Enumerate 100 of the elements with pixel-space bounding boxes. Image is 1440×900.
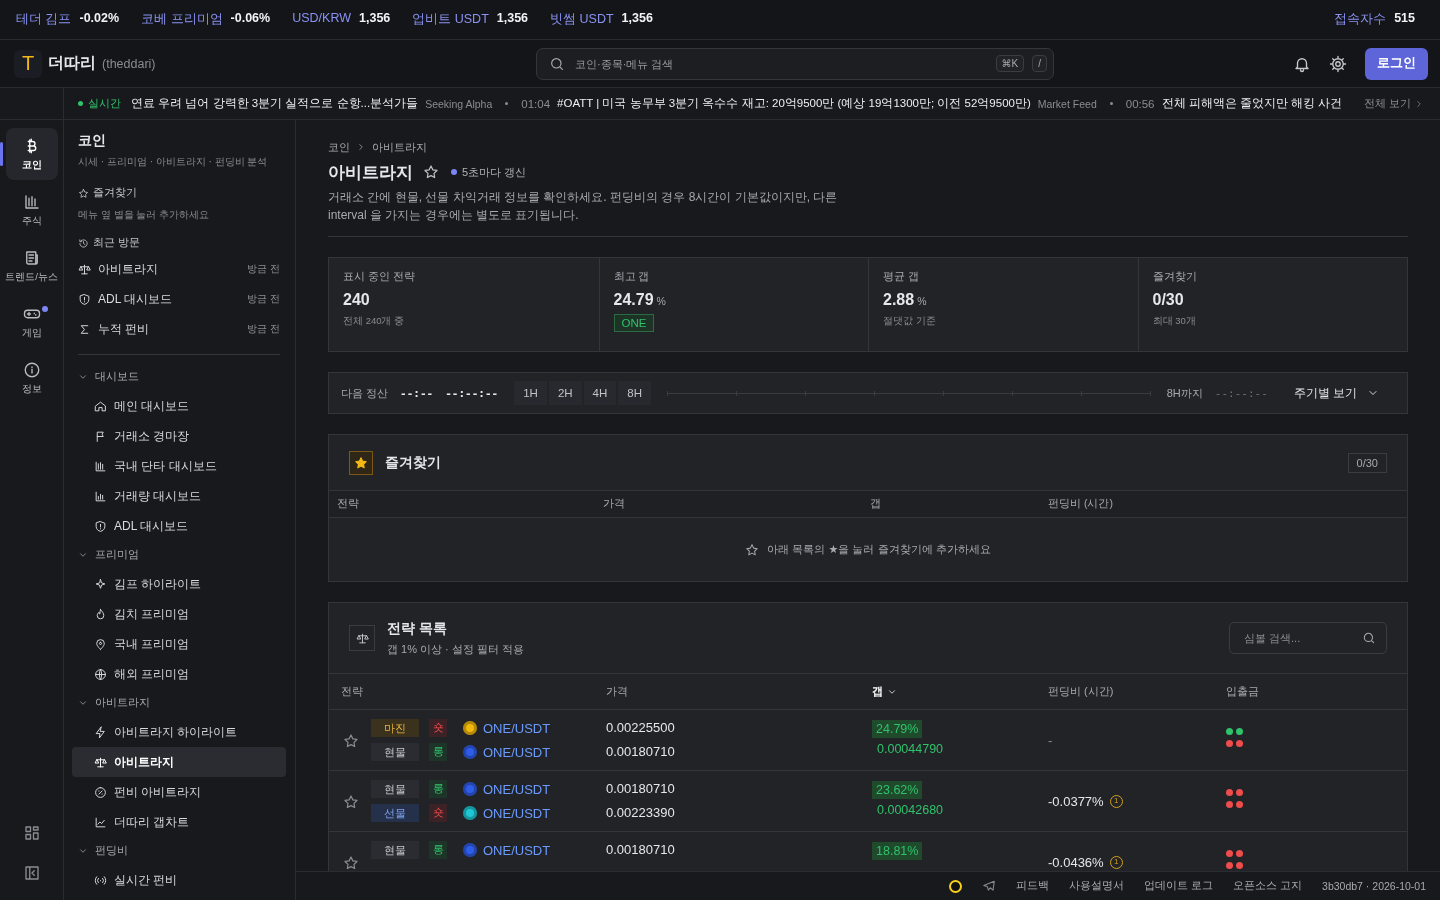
nav-item[interactable]: 해외 프리미엄 — [72, 659, 286, 689]
page-description: 거래소 간에 현물, 선물 차익거래 정보를 확인하세요. 펀딩비의 경우 8시간이 기본값이지만, 다른 interval 을 가지는 경우에는 별도로 표기됩니다. — [328, 189, 839, 224]
bolt-icon — [94, 725, 107, 739]
group-toggle[interactable]: 프리미엄 — [72, 541, 286, 569]
search-input[interactable]: 코인·종목·메뉴 검색 — [573, 56, 988, 71]
funding-rate: -0.0436% — [1048, 854, 1104, 870]
star-icon[interactable] — [343, 733, 359, 749]
pair-link[interactable]: ONE/USDT — [483, 720, 551, 736]
grid-icon[interactable] — [22, 824, 41, 842]
star-icon[interactable] — [423, 164, 439, 180]
nav-item[interactable]: 김프 하이라이트 — [72, 569, 286, 599]
rail-tab[interactable]: 트렌드/뉴스 — [5, 240, 58, 292]
visit-time: 방금 전 — [247, 262, 280, 276]
group-toggle[interactable]: 아비트라지 — [72, 689, 286, 717]
nav-item[interactable]: 더따리 갭차트 — [72, 807, 286, 837]
star-icon[interactable] — [343, 855, 359, 871]
interval-button[interactable]: 2H — [548, 381, 582, 405]
stat-caption: 절댓값 기준 — [883, 315, 937, 328]
nav-item[interactable]: 거래소 경마장 — [72, 421, 286, 451]
column-header: 가격 — [603, 497, 626, 511]
interval-button[interactable]: 1H — [514, 381, 547, 405]
nav-item[interactable]: 실시간 펀비 — [72, 865, 286, 895]
paper-plane-icon[interactable] — [982, 879, 997, 893]
funding-rate: - — [1048, 732, 1053, 748]
percent-icon — [94, 785, 107, 799]
status-dot — [451, 169, 457, 175]
rate-label: USD/KRW — [292, 11, 351, 27]
stat-value: 24.79 — [613, 291, 654, 309]
gap-badge: 18.81% — [872, 842, 923, 860]
timer-label: 다음 정산 — [341, 385, 389, 401]
stat-caption: 최대 30개 — [1152, 315, 1197, 328]
separator-dot — [505, 102, 509, 105]
view-dropdown[interactable]: 주기별 보기 — [1287, 384, 1385, 402]
favorites-heading: 즐겨찾기 — [93, 186, 137, 200]
column-header: 펀딩비 (시간) — [1048, 497, 1114, 511]
nav-item[interactable]: 메인 대시보드 — [72, 391, 286, 421]
star-icon[interactable] — [343, 794, 359, 810]
rate-value: -0.02% — [79, 11, 120, 27]
signal-icon — [94, 873, 107, 887]
symbol-search-field[interactable]: 심볼 검색... — [1229, 622, 1387, 654]
collapse-sidebar-icon[interactable] — [22, 864, 41, 882]
price-value: 0.00180710 — [606, 841, 675, 859]
scale-icon — [78, 262, 91, 276]
pin-icon — [94, 637, 107, 651]
column-header: 전략 — [337, 497, 360, 511]
breadcrumb-link[interactable]: 코인 — [328, 140, 350, 154]
visitors-count: 515 — [1394, 11, 1415, 27]
footer-link[interactable]: 피드백 — [1016, 879, 1050, 893]
visit-time: 방금 전 — [247, 322, 280, 336]
interval-button[interactable]: 4H — [583, 381, 617, 405]
search-field[interactable]: 코인·종목·메뉴 검색 ⌘K / — [536, 47, 1054, 80]
side-tag: 숏 — [429, 719, 447, 737]
card-title: 즐겨찾기 — [385, 453, 441, 472]
nav-item[interactable]: ADL 대시보드 — [72, 511, 286, 541]
settings-icon[interactable] — [1329, 54, 1347, 73]
pair-link[interactable]: ONE/USDT — [483, 744, 551, 760]
line-chart-icon — [94, 815, 107, 829]
news-time: 00:56 — [1125, 97, 1155, 110]
nav-item[interactable]: 김치 프리미엄 — [72, 599, 286, 629]
nav-item[interactable]: 거래량 대시보드 — [72, 481, 286, 511]
pair-link[interactable]: ONE/USDT — [483, 781, 551, 797]
recent-link[interactable]: 누적 펀비 — [98, 320, 241, 338]
footer-link[interactable]: 사용설명서 — [1069, 879, 1125, 893]
column-header[interactable]: 갭 — [872, 684, 1048, 699]
rail-tab[interactable]: 정보 — [5, 352, 58, 404]
rail-tab[interactable]: 게임 — [5, 296, 58, 348]
pair-link[interactable]: ONE/USDT — [483, 842, 551, 858]
shield-icon — [78, 292, 91, 306]
news-headline[interactable]: 연료 우려 넘어 강력한 3분기 실적으로 순항...분석가들 — [131, 96, 419, 111]
group-toggle[interactable]: 펀딩비 — [72, 837, 286, 865]
interval-button[interactable]: 8H — [618, 381, 651, 405]
visitors-label: 접속자수 — [1334, 11, 1387, 28]
news-headline[interactable]: 전체 피해액은 줄었지만 해킹 사건 — [1161, 96, 1343, 111]
rail-tab[interactable]: 주식 — [5, 184, 58, 236]
market-tag: 선물 — [371, 804, 419, 822]
nav-item[interactable]: 아비트라지 하이라이트 — [72, 717, 286, 747]
side-tag: 롱 — [429, 780, 447, 798]
symbol-search-input[interactable]: 심볼 검색... — [1242, 631, 1362, 645]
group-toggle[interactable]: 대시보드 — [72, 363, 286, 391]
shortcut-key: / — [1032, 55, 1047, 72]
recent-link[interactable]: 아비트라지 — [98, 260, 241, 278]
nav-item[interactable]: 국내 프리미엄 — [72, 629, 286, 659]
login-button[interactable]: 로그인 — [1365, 47, 1428, 80]
view-all-link[interactable]: 전체 보기 — [1354, 96, 1440, 111]
news-headline[interactable]: #OATT | 미국 농무부 3분기 옥수수 재고: 20억9500만 (예상 19억1300만; 이전 52억9500만) — [557, 96, 1031, 111]
pair-link[interactable]: ONE/USDT — [483, 805, 551, 821]
flame-icon — [94, 607, 107, 621]
separator-dot — [1109, 102, 1113, 105]
footer-link[interactable]: 업데이트 로그 — [1144, 879, 1214, 893]
rate-label: 코베 프리미엄 — [141, 11, 223, 28]
stat-label: 평균 갭 — [883, 270, 920, 284]
logo[interactable]: T — [14, 49, 42, 78]
nav-item[interactable]: 펀비 아비트라지 — [72, 777, 286, 807]
nav-item[interactable]: 아비트라지 — [72, 747, 286, 777]
rate-value: -0.06% — [230, 11, 271, 27]
recent-link[interactable]: ADL 대시보드 — [98, 290, 241, 308]
column-header: 가격 — [606, 684, 629, 699]
page-title: 아비트라지 — [328, 161, 413, 184]
footer-link[interactable]: 오픈소스 고지 — [1233, 879, 1303, 893]
nav-item[interactable]: 국내 단타 대시보드 — [72, 451, 286, 481]
